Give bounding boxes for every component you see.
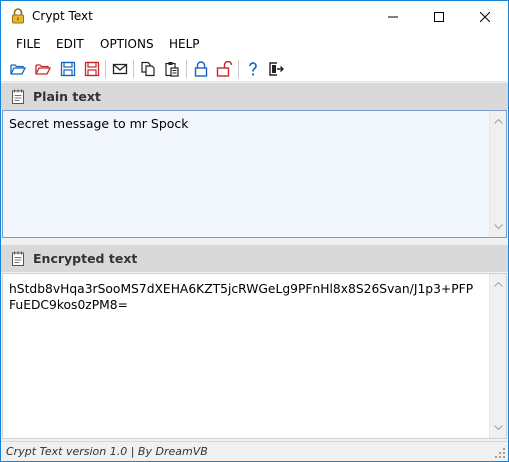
paste-icon[interactable] — [162, 59, 182, 79]
plain-text-input[interactable]: Secret message to mr Spock — [2, 110, 507, 238]
toolbar-separator — [133, 60, 134, 78]
encrypted-text-output[interactable]: hStdb8vHqa3rSooMS7dXEHA6KZT5jcRWGeLg9PFn… — [2, 273, 507, 439]
copy-icon[interactable] — [138, 59, 158, 79]
open-folder-icon[interactable] — [8, 59, 28, 79]
scroll-up-arrow-icon[interactable] — [490, 276, 507, 293]
plain-text-scrollbar[interactable] — [489, 111, 506, 237]
plain-text-header: Plain text — [1, 83, 508, 110]
envelope-icon[interactable] — [110, 59, 130, 79]
menu-help[interactable]: HELP — [169, 37, 200, 51]
toolbar-separator — [186, 60, 187, 78]
maximize-button[interactable] — [416, 1, 462, 32]
scroll-down-arrow-icon[interactable] — [490, 218, 507, 235]
lock-icon[interactable] — [191, 59, 211, 79]
notepad-icon — [11, 251, 25, 266]
menu-options[interactable]: OPTIONS — [100, 37, 154, 51]
toolbar-separator — [238, 60, 239, 78]
help-icon[interactable] — [243, 59, 263, 79]
menu-file[interactable]: FILE — [16, 37, 41, 51]
save-icon[interactable] — [58, 59, 78, 79]
menu-bar: FILE EDIT OPTIONS HELP — [1, 32, 508, 56]
encrypted-text-scrollbar[interactable] — [489, 274, 506, 438]
exit-icon[interactable] — [266, 59, 286, 79]
minimize-button[interactable] — [370, 1, 416, 32]
open-red-folder-icon[interactable] — [33, 59, 53, 79]
encrypted-text-header: Encrypted text — [1, 245, 508, 272]
toolbar-separator — [105, 60, 106, 78]
window-title: Crypt Text — [32, 9, 93, 23]
toolbar — [1, 56, 508, 82]
status-bar: Crypt Text version 1.0 | By DreamVB — [1, 441, 508, 461]
save-red-icon[interactable] — [82, 59, 102, 79]
encrypted-text-content: hStdb8vHqa3rSooMS7dXEHA6KZT5jcRWGeLg9PFn… — [9, 282, 474, 312]
title-bar[interactable]: Crypt Text — [1, 1, 508, 32]
status-text: Crypt Text version 1.0 | By DreamVB — [6, 445, 208, 458]
menu-edit[interactable]: EDIT — [56, 37, 84, 51]
unlock-icon[interactable] — [214, 59, 234, 79]
padlock-icon — [10, 8, 26, 24]
close-button[interactable] — [462, 1, 508, 32]
resize-grip-icon[interactable] — [494, 447, 506, 459]
plain-text-content: Secret message to mr Spock — [9, 116, 189, 131]
scroll-up-arrow-icon[interactable] — [490, 113, 507, 130]
scroll-down-arrow-icon[interactable] — [490, 419, 507, 436]
plain-text-title: Plain text — [33, 89, 101, 104]
notepad-icon — [11, 89, 25, 104]
encrypted-text-title: Encrypted text — [33, 251, 138, 266]
app-window: Crypt Text FILE EDIT OPTIONS HELP Plain … — [0, 0, 509, 462]
